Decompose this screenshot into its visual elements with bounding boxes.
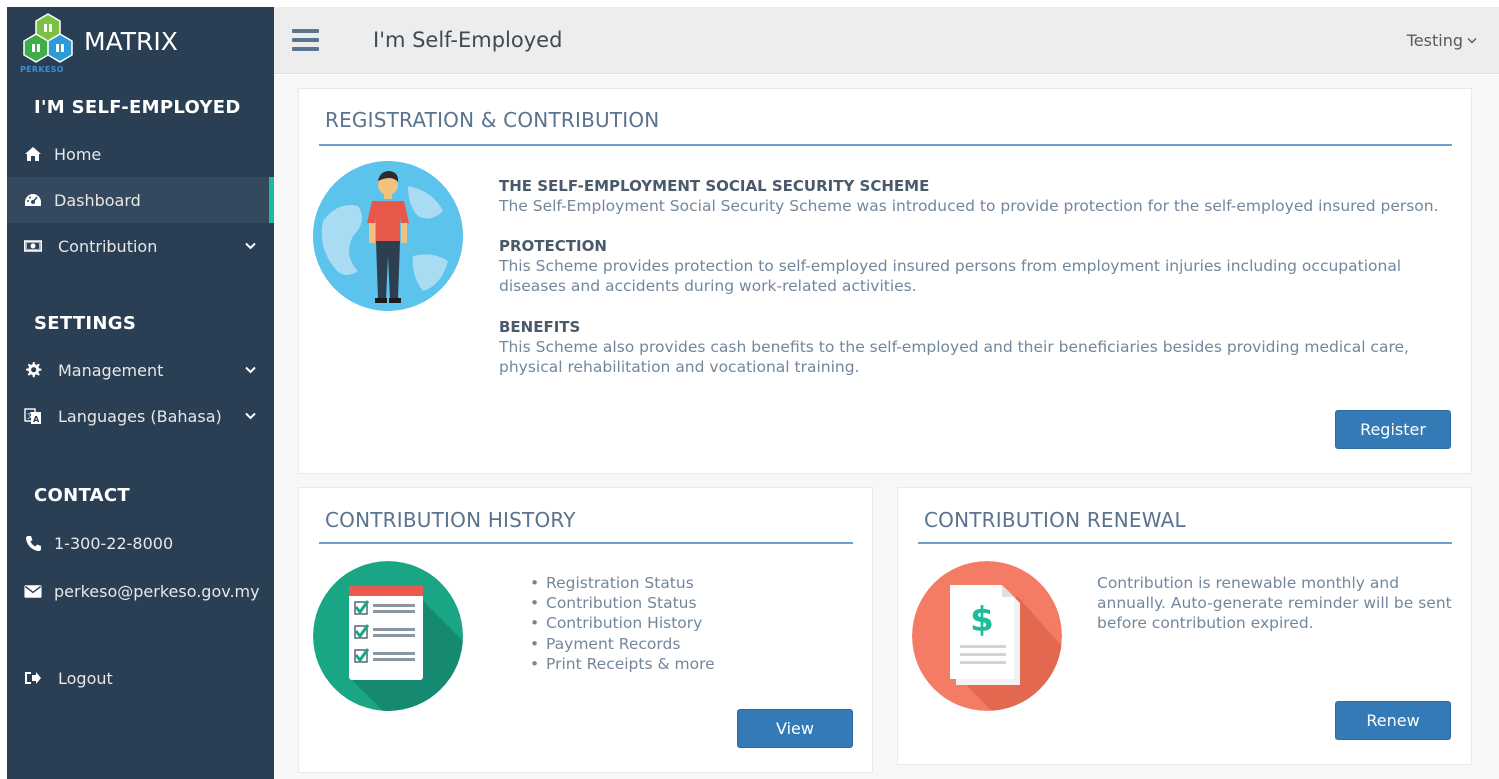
sidebar-item-label: Languages (Bahasa) <box>58 406 222 426</box>
logout-label: Logout <box>58 668 113 688</box>
main-content: REGISTRATION & CONTRIBUTION THE SELF-EMP… <box>274 75 1499 779</box>
chevron-down-icon <box>244 364 256 376</box>
brand-subtitle: PERKESO <box>20 65 64 74</box>
sidebar-item-label: Management <box>58 360 164 380</box>
checklist-illustration <box>313 561 463 711</box>
section-title-contact: CONTACT <box>34 485 130 506</box>
brand-title: MATRIX <box>84 26 178 56</box>
panel-divider <box>918 542 1452 544</box>
sidebar-item-label: Dashboard <box>54 190 141 210</box>
sidebar-item-home[interactable]: Home <box>7 131 274 177</box>
gear-icon <box>24 361 42 379</box>
list-item: Contribution History <box>530 613 715 633</box>
svg-text:$: $ <box>970 600 994 640</box>
view-button[interactable]: View <box>737 709 853 748</box>
chevron-down-icon <box>1467 37 1477 44</box>
benefits-info: BENEFITS This Scheme also provides cash … <box>499 317 1454 377</box>
contribution-renewal-panel: CONTRIBUTION RENEWAL $ Contribution is r… <box>897 487 1472 765</box>
info-heading: THE SELF-EMPLOYMENT SOCIAL SECURITY SCHE… <box>499 177 930 195</box>
chevron-down-icon <box>244 240 256 252</box>
logout-button[interactable]: Logout <box>7 655 274 701</box>
section-title-self-employed: I'M SELF-EMPLOYED <box>34 97 241 118</box>
list-item: Contribution Status <box>530 593 715 613</box>
money-icon <box>24 237 42 255</box>
renew-button[interactable]: Renew <box>1335 701 1451 740</box>
page-title: I'm Self-Employed <box>373 28 563 52</box>
contact-label: 1-300-22-8000 <box>54 533 174 553</box>
panel-title: REGISTRATION & CONTRIBUTION <box>325 108 660 132</box>
sidebar-item-label: Contribution <box>58 236 158 256</box>
phone-icon <box>24 534 42 552</box>
panel-divider <box>319 542 853 544</box>
language-icon: 文A <box>24 407 42 425</box>
info-text: The Self-Employment Social Security Sche… <box>499 197 1439 215</box>
contact-label: perkeso@perkeso.gov.my <box>54 581 260 601</box>
sidebar-item-management[interactable]: Management <box>7 347 274 393</box>
list-item: Registration Status <box>530 573 715 593</box>
perkeso-logo: PERKESO <box>20 10 76 74</box>
top-bar: I'm Self-Employed Testing <box>274 7 1499 74</box>
info-text: This Scheme also provides cash benefits … <box>499 338 1409 376</box>
self-employed-person-illustration <box>313 161 463 311</box>
logout-icon <box>24 669 42 687</box>
sidebar: PERKESO MATRIX I'M SELF-EMPLOYED Home Da… <box>7 7 274 779</box>
sidebar-item-contribution[interactable]: Contribution <box>7 223 274 269</box>
contact-item-phone[interactable]: 1-300-22-8000 <box>7 519 274 567</box>
info-heading: BENEFITS <box>499 318 581 336</box>
home-icon <box>24 145 42 163</box>
panel-title: CONTRIBUTION HISTORY <box>325 508 576 532</box>
list-item: Print Receipts & more <box>530 654 715 674</box>
history-feature-list: Registration Status Contribution Status … <box>530 573 715 674</box>
user-menu[interactable]: Testing <box>1407 31 1477 50</box>
sidebar-item-dashboard[interactable]: Dashboard <box>7 177 274 223</box>
invoice-illustration: $ <box>912 561 1062 711</box>
registration-panel: REGISTRATION & CONTRIBUTION THE SELF-EMP… <box>298 88 1472 474</box>
dashboard-icon <box>24 191 42 209</box>
protection-info: PROTECTION This Scheme provides protecti… <box>499 236 1454 296</box>
sidebar-item-label: Home <box>54 144 102 164</box>
user-name: Testing <box>1406 31 1463 50</box>
sidebar-item-languages[interactable]: 文A Languages (Bahasa) <box>7 393 274 439</box>
chevron-down-icon <box>244 410 256 422</box>
menu-toggle-icon[interactable] <box>292 29 319 51</box>
section-title-settings: SETTINGS <box>34 313 137 334</box>
scheme-info: THE SELF-EMPLOYMENT SOCIAL SECURITY SCHE… <box>499 176 1454 216</box>
info-heading: PROTECTION <box>499 237 607 255</box>
panel-divider <box>319 144 1452 146</box>
envelope-icon <box>24 582 42 600</box>
info-text: This Scheme provides protection to self-… <box>499 257 1402 295</box>
brand[interactable]: PERKESO MATRIX <box>7 7 274 75</box>
register-button[interactable]: Register <box>1335 410 1451 449</box>
list-item: Payment Records <box>530 634 715 654</box>
contribution-history-panel: CONTRIBUTION HISTORY Registration Status <box>298 487 873 773</box>
contact-item-email[interactable]: perkeso@perkeso.gov.my <box>7 567 274 615</box>
svg-text:A: A <box>33 415 40 424</box>
renewal-description: Contribution is renewable monthly and an… <box>1097 574 1452 633</box>
panel-title: CONTRIBUTION RENEWAL <box>924 508 1186 532</box>
